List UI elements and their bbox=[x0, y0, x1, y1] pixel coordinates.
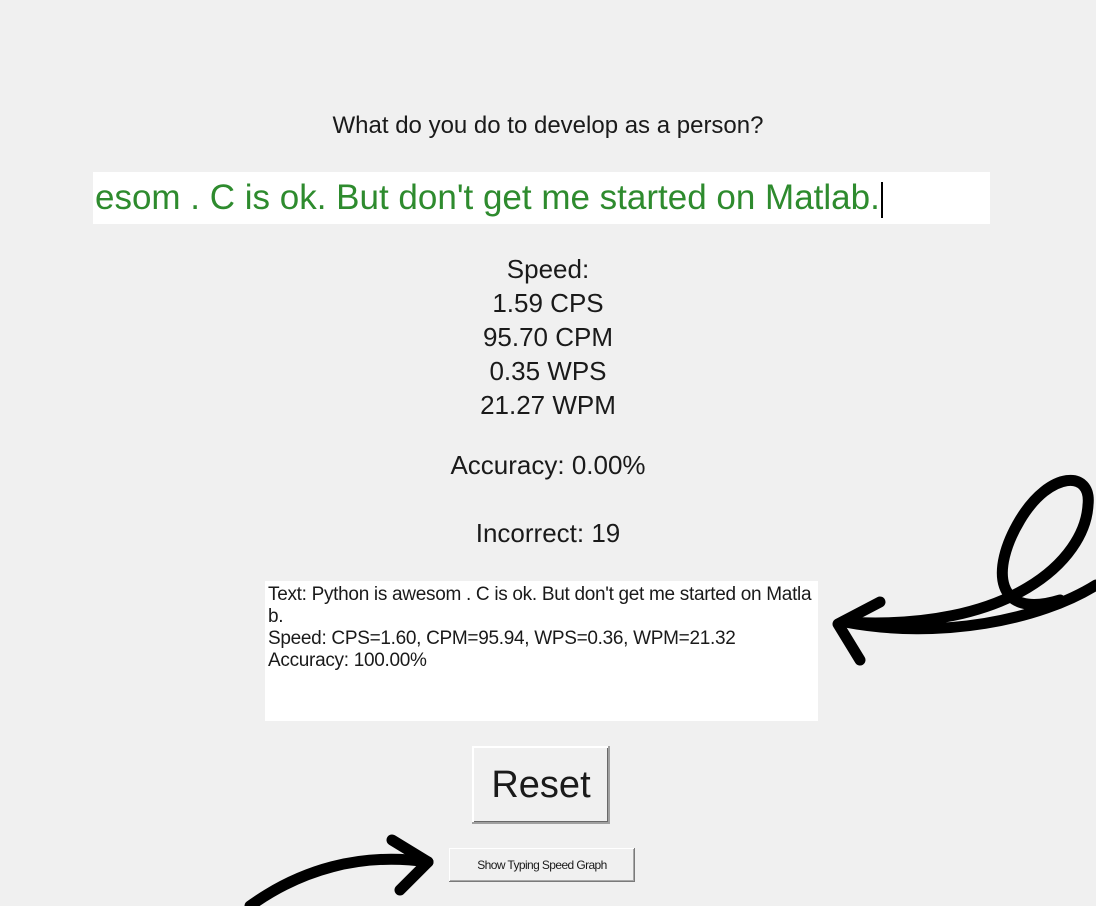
show-graph-button[interactable]: Show Typing Speed Graph bbox=[449, 848, 635, 882]
wpm-value: 21.27 WPM bbox=[480, 390, 616, 420]
curved-arrow-icon bbox=[244, 834, 434, 906]
speed-label: Speed: bbox=[506, 254, 590, 284]
prompt-question: What do you do to develop as a person? bbox=[332, 112, 764, 139]
cpm-value: 95.70 CPM bbox=[482, 322, 614, 352]
results-log[interactable]: Text: Python is awesom . C is ok. But do… bbox=[265, 581, 818, 721]
speed-stats: Speed: 1.59 CPS 95.70 CPM 0.35 WPS 21.27… bbox=[0, 252, 1096, 422]
loop-arrow-icon bbox=[832, 475, 1096, 666]
typing-input[interactable]: esom . C is ok. But don't get me started… bbox=[93, 172, 990, 224]
reset-button[interactable]: Reset bbox=[472, 746, 610, 824]
typed-text: esom . C is ok. But don't get me started… bbox=[95, 178, 880, 217]
wps-value: 0.35 WPS bbox=[489, 356, 607, 386]
incorrect-count: Incorrect: 19 bbox=[475, 518, 621, 548]
cps-value: 1.59 CPS bbox=[492, 288, 604, 318]
accuracy-label: Accuracy: 0.00% bbox=[450, 450, 646, 480]
typing-test-window: What do you do to develop as a person? e… bbox=[0, 0, 1096, 906]
text-caret bbox=[880, 181, 883, 218]
